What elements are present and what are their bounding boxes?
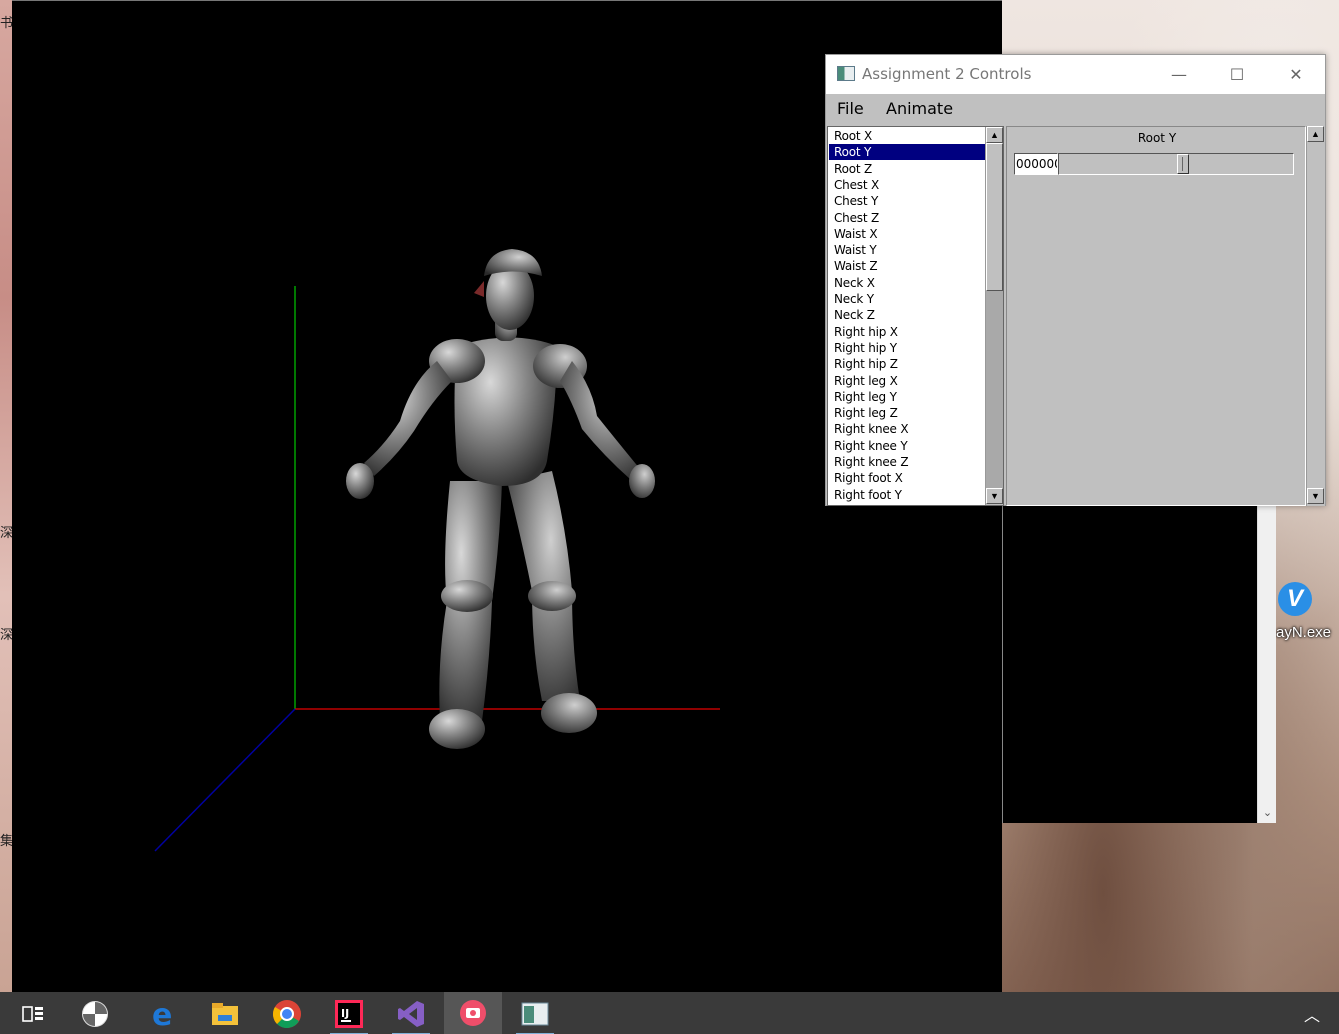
scroll-track[interactable] bbox=[986, 291, 1003, 489]
joint-list-item[interactable]: Right knee X bbox=[829, 421, 985, 437]
z-axis-line bbox=[154, 708, 296, 852]
scroll-up-icon[interactable]: ▲ bbox=[1307, 126, 1324, 142]
joint-list-item[interactable]: Right hip X bbox=[829, 324, 985, 340]
pinwheel-app-icon[interactable] bbox=[66, 997, 124, 1031]
joint-list-item[interactable]: Right foot X bbox=[829, 470, 985, 486]
scroll-down-icon[interactable]: ▼ bbox=[1307, 488, 1324, 504]
intellij-icon[interactable]: IJ bbox=[320, 997, 378, 1034]
joint-list-item[interactable]: Right hip Z bbox=[829, 356, 985, 372]
task-view-icon[interactable] bbox=[4, 997, 62, 1031]
menu-bar: File Animate bbox=[826, 94, 1325, 123]
joint-list-item[interactable]: Chest X bbox=[829, 177, 985, 193]
scroll-thumb[interactable] bbox=[986, 143, 1003, 291]
svg-text:e: e bbox=[152, 1000, 172, 1028]
svg-text:IJ: IJ bbox=[341, 1007, 349, 1020]
joint-list-item[interactable]: Root Y bbox=[829, 144, 985, 161]
v2rayn-icon: V bbox=[1278, 582, 1312, 616]
window-title: Assignment 2 Controls bbox=[862, 65, 1032, 83]
joint-list-item[interactable]: Chest Y bbox=[829, 193, 985, 209]
visual-studio-icon[interactable] bbox=[382, 997, 440, 1034]
desktop-shortcut-label: ayN.exe bbox=[1276, 624, 1332, 641]
desktop-shortcut[interactable]: V ayN.exe bbox=[1276, 582, 1339, 652]
joint-list-item[interactable]: Root X bbox=[829, 128, 985, 144]
joint-list-item[interactable]: Waist Y bbox=[829, 242, 985, 258]
slider-value-field[interactable]: 000000 bbox=[1014, 153, 1058, 175]
joint-list-item[interactable]: Neck Z bbox=[829, 307, 985, 323]
assignment-app-icon[interactable] bbox=[506, 997, 564, 1034]
joint-list[interactable]: Root X Root Y Root Z Chest X Chest Y Chest ZW… bbox=[827, 126, 1004, 506]
close-button[interactable]: ✕ bbox=[1267, 55, 1325, 94]
controls-window[interactable]: Assignment 2 Controls — ☐ ✕ File Animate… bbox=[825, 54, 1326, 506]
chrome-browser-icon[interactable] bbox=[258, 997, 316, 1031]
joint-list-item[interactable]: Right leg X bbox=[829, 373, 985, 389]
joint-list-item[interactable]: Neck Y bbox=[829, 291, 985, 307]
joint-list-scrollbar[interactable]: ▲ ▼ bbox=[985, 127, 1003, 505]
joint-list-item[interactable]: Waist Z bbox=[829, 258, 985, 274]
joint-list-item[interactable]: Right leg Y bbox=[829, 389, 985, 405]
character-model bbox=[346, 249, 655, 749]
maximize-button[interactable]: ☐ bbox=[1208, 55, 1266, 94]
chevron-up-icon[interactable]: ︿ bbox=[1304, 1002, 1320, 1026]
scroll-down-icon[interactable]: ▼ bbox=[986, 488, 1003, 504]
desktop-left-strip: 书 深 深 集 bbox=[0, 0, 13, 992]
slider-handle[interactable] bbox=[1177, 154, 1189, 174]
joint-list-item[interactable]: Right leg Z bbox=[829, 405, 985, 421]
screen-recorder-icon[interactable] bbox=[444, 992, 502, 1034]
joint-list-item[interactable]: Root Z bbox=[829, 161, 985, 177]
joint-list-item[interactable]: Right foot Y bbox=[829, 487, 985, 503]
joint-list-item[interactable]: Right knee Z bbox=[829, 454, 985, 470]
slider-panel: Root Y 000000 bbox=[1006, 126, 1306, 506]
title-bar[interactable]: Assignment 2 Controls — ☐ ✕ bbox=[826, 55, 1325, 94]
console-scrollbar[interactable]: ⌄ bbox=[1257, 505, 1276, 823]
scroll-up-icon[interactable]: ▲ bbox=[986, 127, 1003, 143]
menu-animate[interactable]: Animate bbox=[886, 99, 953, 118]
joint-list-item[interactable]: Right hip Y bbox=[829, 340, 985, 356]
slider-label: Root Y bbox=[1137, 131, 1177, 145]
scroll-down-icon[interactable]: ⌄ bbox=[1258, 805, 1277, 821]
console-window[interactable]: ⌄ bbox=[1002, 505, 1276, 823]
joint-list-item[interactable]: Neck X bbox=[829, 275, 985, 291]
menu-file[interactable]: File bbox=[837, 99, 864, 118]
edge-browser-icon[interactable]: e bbox=[134, 997, 192, 1031]
panel-scrollbar[interactable]: ▲ ▼ bbox=[1306, 126, 1325, 506]
root-y-slider[interactable] bbox=[1058, 153, 1294, 175]
joint-list-item[interactable]: Waist X bbox=[829, 226, 985, 242]
app-window-icon bbox=[837, 66, 855, 81]
joint-list-item[interactable]: Right knee Y bbox=[829, 438, 985, 454]
file-explorer-icon[interactable] bbox=[196, 997, 254, 1031]
minimize-button[interactable]: — bbox=[1150, 55, 1208, 94]
taskbar: e IJ ︿ bbox=[0, 992, 1339, 1034]
joint-list-item[interactable]: Chest Z bbox=[829, 210, 985, 226]
